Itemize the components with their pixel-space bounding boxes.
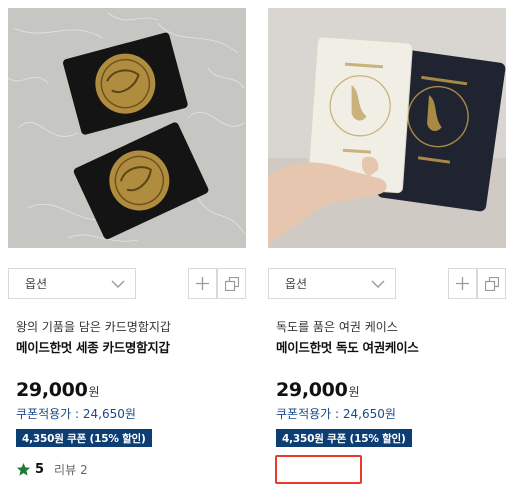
product-card-2: 옵션 독도를 품은 여권 케이스 메이드한멋 독도 여권케이스 29,000원 … (265, 0, 510, 491)
highlighted-empty-rating-area (275, 455, 362, 484)
compare-button[interactable] (217, 268, 246, 299)
price-value: 29,000 (276, 379, 348, 401)
price-value: 29,000 (16, 379, 88, 401)
product-image-card-wallet[interactable] (8, 8, 246, 248)
coupon-price: 쿠폰적용가 : 24,650원 (276, 407, 396, 421)
add-to-cart-button[interactable] (188, 268, 217, 299)
product-price: 29,000원 (16, 379, 100, 401)
copy-icon (224, 276, 239, 291)
star-icon (16, 462, 31, 476)
rating-score: 5 (35, 462, 45, 477)
option-select[interactable]: 옵션 (268, 268, 396, 299)
chevron-down-icon (111, 280, 125, 288)
copy-icon (484, 276, 499, 291)
review-count: 2 (80, 462, 88, 477)
coupon-badge[interactable]: 4,350원 쿠폰 (15% 할인) (16, 429, 152, 447)
rating-summary: 5 리뷰 2 (16, 461, 88, 478)
product-image-passport-case[interactable] (268, 8, 506, 248)
product-price: 29,000원 (276, 379, 360, 401)
option-select-label: 옵션 (285, 277, 308, 291)
price-currency: 원 (348, 385, 360, 399)
option-select[interactable]: 옵션 (8, 268, 136, 299)
product-name[interactable]: 메이드한멋 세종 카드명함지갑 (16, 337, 170, 356)
coupon-price: 쿠폰적용가 : 24,650원 (16, 407, 136, 421)
review-label: 리뷰 (54, 463, 77, 477)
plus-icon (456, 277, 469, 290)
chevron-down-icon (371, 280, 385, 288)
add-to-cart-button[interactable] (448, 268, 477, 299)
product-card-1: 옵션 왕의 기품을 담은 카드명함지갑 메이드한멋 세종 카드명함지갑 29,0… (5, 0, 250, 491)
price-currency: 원 (88, 385, 100, 399)
option-select-label: 옵션 (25, 277, 48, 291)
product-subtitle: 왕의 기품을 담은 카드명함지갑 (16, 320, 171, 334)
product-name[interactable]: 메이드한멋 독도 여권케이스 (276, 337, 419, 356)
plus-icon (196, 277, 209, 290)
compare-button[interactable] (477, 268, 506, 299)
coupon-badge[interactable]: 4,350원 쿠폰 (15% 할인) (276, 429, 412, 447)
product-subtitle: 독도를 품은 여권 케이스 (276, 320, 398, 334)
